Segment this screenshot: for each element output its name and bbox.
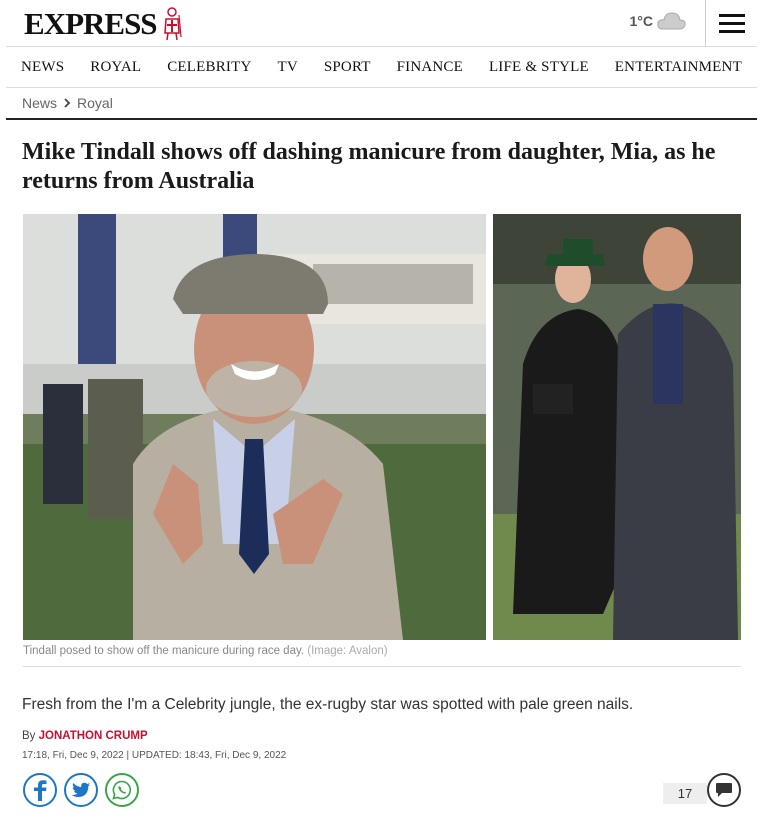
speech-bubble-icon xyxy=(716,783,732,797)
article-photo-main[interactable] xyxy=(23,214,486,640)
twitter-icon xyxy=(71,782,90,797)
nav-item-entertainment[interactable]: ENTERTAINMENT xyxy=(615,59,742,76)
masthead: EXPRESS 1°C xyxy=(6,0,757,46)
comment-count-badge[interactable]: 17 xyxy=(663,783,707,804)
article-dates: 17:18, Fri, Dec 9, 2022 | UPDATED: 18:43… xyxy=(22,750,287,761)
byline-prefix: By xyxy=(22,730,36,742)
hamburger-menu-icon[interactable] xyxy=(705,0,757,46)
header-divider xyxy=(6,118,757,120)
share-bar xyxy=(23,773,139,807)
chevron-right-icon xyxy=(64,98,71,108)
nav-item-celebrity[interactable]: CELEBRITY xyxy=(167,59,251,76)
article-standfirst: Fresh from the I'm a Celebrity jungle, t… xyxy=(22,696,634,713)
caption-divider xyxy=(23,666,741,667)
facebook-share-button[interactable] xyxy=(23,773,57,807)
cloud-icon xyxy=(657,12,686,30)
nav-item-news[interactable]: NEWS xyxy=(21,59,64,76)
breadcrumb-news[interactable]: News xyxy=(22,95,57,111)
weather-widget[interactable]: 1°C xyxy=(630,10,688,32)
article-headline: Mike Tindall shows off dashing manicure … xyxy=(22,139,716,194)
twitter-share-button[interactable] xyxy=(64,773,98,807)
logo-text: EXPRESS xyxy=(24,6,158,41)
breadcrumb: News Royal xyxy=(22,95,113,111)
whatsapp-share-button[interactable] xyxy=(105,773,139,807)
nav-item-tv[interactable]: TV xyxy=(277,59,297,76)
article-byline: By JONATHON CRUMP xyxy=(22,730,148,742)
nav-item-finance[interactable]: FINANCE xyxy=(397,59,463,76)
express-logo[interactable]: EXPRESS xyxy=(24,6,184,42)
weather-temperature: 1°C xyxy=(629,13,654,29)
caption-text: Tindall posed to show off the manicure d… xyxy=(23,645,305,657)
comments-button[interactable] xyxy=(707,773,741,807)
whatsapp-icon xyxy=(112,780,132,800)
main-nav: NEWS ROYAL CELEBRITY TV SPORT FINANCE LI… xyxy=(6,46,757,88)
breadcrumb-royal[interactable]: Royal xyxy=(77,95,113,111)
nav-item-life-style[interactable]: LIFE & STYLE xyxy=(489,59,589,76)
author-link[interactable]: JONATHON CRUMP xyxy=(39,730,148,742)
crusader-icon xyxy=(163,7,182,41)
nav-item-sport[interactable]: SPORT xyxy=(324,59,371,76)
article-photo-secondary[interactable] xyxy=(493,214,741,640)
photo-caption: Tindall posed to show off the manicure d… xyxy=(23,645,388,657)
facebook-icon xyxy=(34,780,47,801)
caption-credit: (Image: Avalon) xyxy=(307,645,388,657)
nav-item-royal[interactable]: ROYAL xyxy=(90,59,141,76)
